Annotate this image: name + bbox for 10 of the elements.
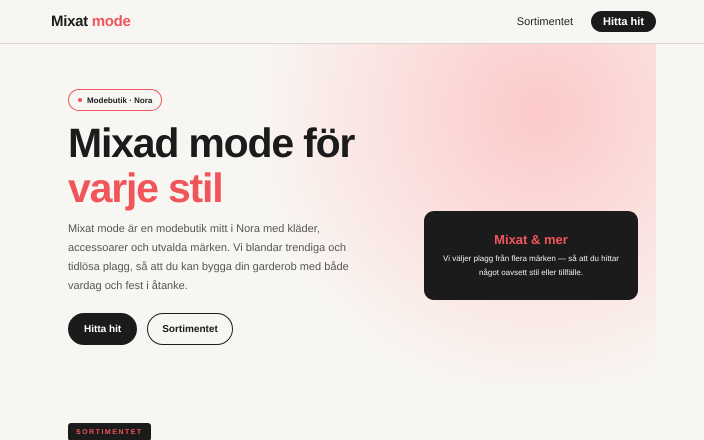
card-text: Vi väljer plagg från flera märken — så att du hittar något oavsett stil eller tillfälle. — [442, 252, 620, 279]
catalog-button[interactable]: Sortimentet — [147, 313, 233, 345]
nav-button[interactable]: Hitta hit — [591, 11, 656, 32]
logo[interactable]: Mixat mode — [51, 13, 131, 30]
location-badge: Modebutik · Nora — [68, 89, 162, 111]
intro-paragraph: Mixat mode är en modebutik mitt i Nora med kläder, accessoarer och utvalda märken. Vi blandar trendiga och tidlösa plagg, så att du kan bygga din garderob med både vardag och fest i åtanke. — [68, 222, 350, 294]
directions-button[interactable]: Hitta hit — [68, 313, 138, 345]
hero-title: Mixad mode för varje stil — [68, 121, 354, 211]
card-title: Mixat & mer — [494, 232, 568, 246]
nav-link[interactable]: Sortimentet — [516, 16, 574, 28]
